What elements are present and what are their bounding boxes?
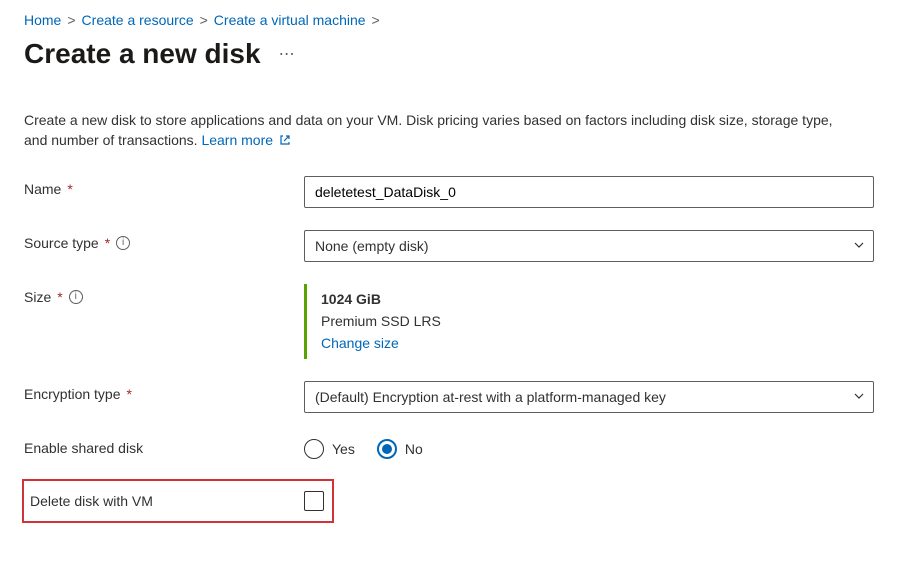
shared-disk-label: Enable shared disk: [24, 435, 304, 456]
source-type-select[interactable]: None (empty disk): [304, 230, 874, 262]
radio-icon: [304, 439, 324, 459]
breadcrumb: Home > Create a resource > Create a virt…: [24, 12, 900, 28]
source-type-label: Source type * i: [24, 230, 304, 251]
name-input[interactable]: [304, 176, 874, 208]
description-text: Create a new disk to store applications …: [24, 112, 833, 148]
shared-disk-yes-radio[interactable]: Yes: [304, 439, 355, 459]
page-title-row: Create a new disk ⋯: [24, 38, 900, 70]
size-tier: Premium SSD LRS: [321, 310, 874, 332]
required-star-icon: *: [127, 386, 132, 402]
breadcrumb-create-resource[interactable]: Create a resource: [82, 12, 194, 28]
size-label: Size * i: [24, 284, 304, 305]
shared-disk-row: Enable shared disk Yes No: [24, 435, 900, 459]
external-link-icon: [279, 131, 291, 151]
page-title: Create a new disk: [24, 38, 261, 70]
delete-disk-with-vm-checkbox[interactable]: [304, 491, 324, 511]
info-icon[interactable]: i: [69, 290, 83, 304]
breadcrumb-home[interactable]: Home: [24, 12, 61, 28]
chevron-right-icon: >: [372, 12, 380, 28]
encryption-type-row: Encryption type * (Default) Encryption a…: [24, 381, 900, 413]
info-icon[interactable]: i: [116, 236, 130, 250]
breadcrumb-create-vm[interactable]: Create a virtual machine: [214, 12, 366, 28]
delete-disk-with-vm-label: Delete disk with VM: [24, 493, 304, 509]
encryption-type-select[interactable]: (Default) Encryption at-rest with a plat…: [304, 381, 874, 413]
shared-disk-no-radio[interactable]: No: [377, 439, 423, 459]
radio-icon-selected: [377, 439, 397, 459]
radio-label-yes: Yes: [332, 441, 355, 457]
encryption-type-value: (Default) Encryption at-rest with a plat…: [315, 389, 666, 405]
change-size-link[interactable]: Change size: [321, 335, 399, 351]
name-row: Name *: [24, 176, 900, 208]
source-type-row: Source type * i None (empty disk): [24, 230, 900, 262]
size-value: 1024 GiB: [321, 288, 874, 310]
chevron-right-icon: >: [67, 12, 75, 28]
required-star-icon: *: [105, 235, 110, 251]
delete-disk-with-vm-row: Delete disk with VM: [22, 479, 334, 523]
learn-more-link[interactable]: Learn more: [201, 132, 290, 148]
page-description: Create a new disk to store applications …: [24, 110, 854, 152]
required-star-icon: *: [67, 181, 72, 197]
radio-label-no: No: [405, 441, 423, 457]
chevron-right-icon: >: [200, 12, 208, 28]
chevron-down-icon: [853, 389, 865, 405]
shared-disk-radio-group: Yes No: [304, 435, 874, 459]
required-star-icon: *: [57, 289, 62, 305]
size-block: 1024 GiB Premium SSD LRS Change size: [304, 284, 874, 359]
source-type-value: None (empty disk): [315, 238, 429, 254]
encryption-type-label: Encryption type *: [24, 381, 304, 402]
more-actions-icon[interactable]: ⋯: [279, 44, 297, 64]
name-label: Name *: [24, 176, 304, 197]
size-row: Size * i 1024 GiB Premium SSD LRS Change…: [24, 284, 900, 359]
chevron-down-icon: [853, 238, 865, 254]
